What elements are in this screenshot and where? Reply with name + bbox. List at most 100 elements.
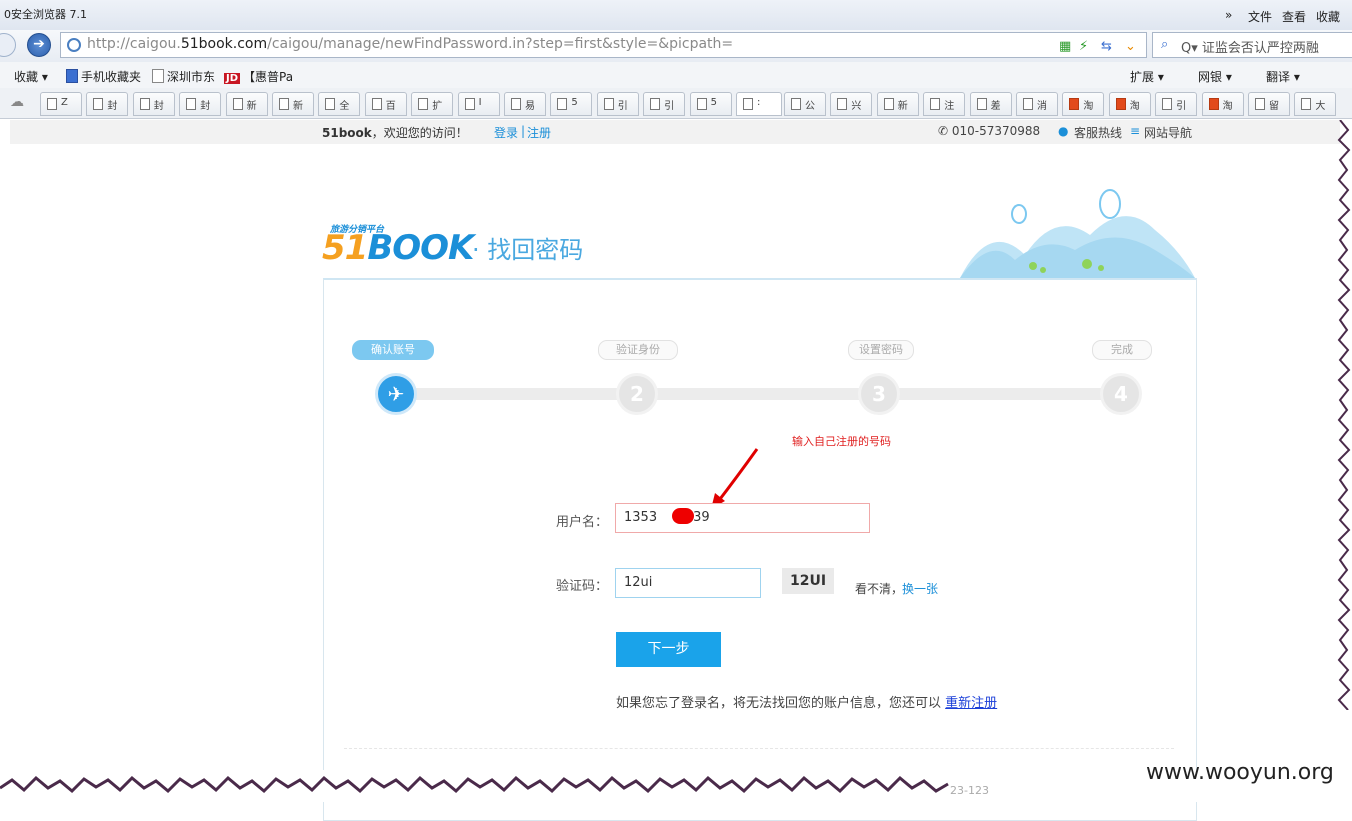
site-nav[interactable]: 网站导航 <box>1144 124 1192 141</box>
browser-tab[interactable]: Z <box>40 92 82 116</box>
address-url[interactable]: http://caigou.51book.com/caigou/manage/n… <box>87 36 733 52</box>
page-icon <box>1069 98 1080 110</box>
welcome-text: 51book，欢迎您的访问！ <box>322 126 468 140</box>
site-topbar: 51book，欢迎您的访问！ 登录 | 注册 ✆ 010-57370988 ● … <box>10 120 1340 144</box>
tab-label: 公 <box>805 101 815 112</box>
username-input[interactable]: 1353 39 <box>615 503 870 533</box>
phone-number: ✆ 010-57370988 <box>938 124 1041 138</box>
browser-tab[interactable]: 封 <box>179 92 222 116</box>
captcha-refresh-link[interactable]: 换一张 <box>902 580 938 597</box>
browser-tab[interactable]: 引 <box>596 92 639 116</box>
browser-title: 0安全浏览器 7.1 <box>4 8 87 21</box>
jd-logo: JD <box>224 73 241 84</box>
menu-favorites[interactable]: 收藏 <box>1316 8 1340 25</box>
translate-button[interactable]: 翻译 ▾ <box>1266 68 1300 85</box>
redaction-mark <box>672 508 694 524</box>
cloud-icon[interactable]: ☁ <box>10 94 24 110</box>
browser-tab[interactable]: 新 <box>272 92 314 116</box>
speed-mode-icon[interactable]: ⚡ <box>1079 39 1088 54</box>
page-icon <box>883 98 894 110</box>
browser-tab[interactable]: 封 <box>132 92 175 116</box>
tab-label: 引 <box>664 101 675 112</box>
step-label-confirm: 确认账号 <box>352 340 434 360</box>
service-hotline[interactable]: 客服热线 <box>1074 124 1122 141</box>
page-icon <box>650 98 661 110</box>
tab-label: 新 <box>246 101 257 112</box>
compat-mode-icon[interactable]: ⇆ <box>1101 39 1112 54</box>
tab-label: 全 <box>339 101 350 112</box>
browser-tab[interactable]: 留 <box>1248 92 1290 116</box>
tab-label: 引 <box>1176 101 1187 112</box>
captcha-image[interactable]: 12UI <box>782 568 834 594</box>
page-icon <box>232 98 243 110</box>
browser-tab[interactable]: 淘 <box>1062 92 1105 116</box>
browser-tab[interactable]: 百 <box>364 92 407 116</box>
menu-icon: ≡ <box>1130 124 1141 138</box>
captcha-help: 看不清， <box>855 582 904 596</box>
tab-label: 留 <box>1269 101 1279 112</box>
browser-tab[interactable]: 易 <box>504 92 546 116</box>
extensions-button[interactable]: 扩展 ▾ <box>1130 68 1164 85</box>
browser-tab[interactable]: 引 <box>1155 92 1198 116</box>
browser-tab[interactable]: 大 <box>1294 92 1337 116</box>
browser-tab[interactable]: I <box>457 92 500 116</box>
browser-tab[interactable]: 注 <box>923 92 966 116</box>
tab-label: 新 <box>897 101 908 112</box>
favorites-menu[interactable]: 收藏 ▾ <box>14 68 48 85</box>
step-label-done: 完成 <box>1092 340 1152 360</box>
browser-tab[interactable]: : <box>736 92 782 116</box>
plane-icon: ✈ <box>375 373 417 415</box>
page-icon <box>976 98 987 110</box>
search-input[interactable]: Q▾ 证监会否认严控两融 <box>1181 37 1319 56</box>
mountains-illustration <box>960 189 1195 278</box>
netbank-button[interactable]: 网银 ▾ <box>1198 68 1232 85</box>
browser-tab[interactable]: 淘 <box>1108 92 1151 116</box>
captcha-input[interactable]: 12ui <box>615 568 761 598</box>
register-link[interactable]: 注册 <box>527 124 551 141</box>
browser-tab[interactable]: 全 <box>318 92 361 116</box>
browser-tab[interactable]: 差 <box>969 92 1012 116</box>
browser-tab[interactable]: 5 <box>550 92 593 116</box>
dropdown-chevron-icon[interactable]: ⌄ <box>1125 39 1136 54</box>
browser-tab[interactable]: 引 <box>643 92 686 116</box>
site-logo[interactable]: 51BOOK <box>322 228 474 268</box>
page-icon <box>139 98 150 110</box>
next-step-button[interactable]: 下一步 <box>616 632 721 667</box>
page-icon <box>1115 98 1126 110</box>
address-row: ➔ http://caigou.51book.com/caigou/manage… <box>0 30 1352 62</box>
tab-label: 淘 <box>1129 101 1140 112</box>
browser-tab[interactable]: 扩 <box>411 92 454 116</box>
forward-button[interactable]: ➔ <box>27 33 51 57</box>
page-icon <box>603 98 614 110</box>
browser-titlebar: 0安全浏览器 7.1 » 文件 查看 收藏 <box>0 0 1352 31</box>
menu-overflow[interactable]: » <box>1225 8 1232 22</box>
browser-tab[interactable]: 消 <box>1016 92 1058 116</box>
menu-file[interactable]: 文件 <box>1248 8 1272 25</box>
menu-view[interactable]: 查看 <box>1282 8 1306 25</box>
tab-label: 扩 <box>432 101 443 112</box>
page-icon <box>464 98 475 110</box>
qrcode-icon[interactable]: ▦ <box>1059 39 1071 54</box>
step-2-circle: 2 <box>616 373 658 415</box>
tab-label: 淘 <box>1222 101 1233 112</box>
fav-shenzhen[interactable]: 深圳市东 <box>152 68 215 85</box>
browser-tab[interactable]: 公 <box>784 92 826 116</box>
back-button[interactable] <box>0 33 16 57</box>
browser-tab[interactable]: 封 <box>86 92 129 116</box>
address-bar[interactable]: http://caigou.51book.com/caigou/manage/n… <box>60 32 1147 58</box>
watermark: www.wooyun.org <box>1146 760 1334 785</box>
user-icon: ● <box>1058 124 1069 138</box>
browser-tab[interactable]: 兴 <box>830 92 873 116</box>
tab-label: 引 <box>617 101 628 112</box>
login-link[interactable]: 登录 <box>494 124 518 141</box>
browser-tab[interactable]: 5 <box>689 92 732 116</box>
search-box[interactable]: ⌕ Q▾ 证监会否认严控两融 <box>1152 32 1352 58</box>
torn-edge-bottom-line <box>0 775 949 794</box>
browser-tab[interactable]: 新 <box>225 92 268 116</box>
fav-hp[interactable]: JD 【惠普Pa <box>224 68 293 85</box>
tab-label: Z <box>61 97 68 108</box>
browser-tab[interactable]: 淘 <box>1201 92 1244 116</box>
fav-mobile[interactable]: 手机收藏夹 <box>66 68 141 85</box>
reregister-link[interactable]: 重新注册 <box>945 696 997 711</box>
browser-tab[interactable]: 新 <box>876 92 919 116</box>
